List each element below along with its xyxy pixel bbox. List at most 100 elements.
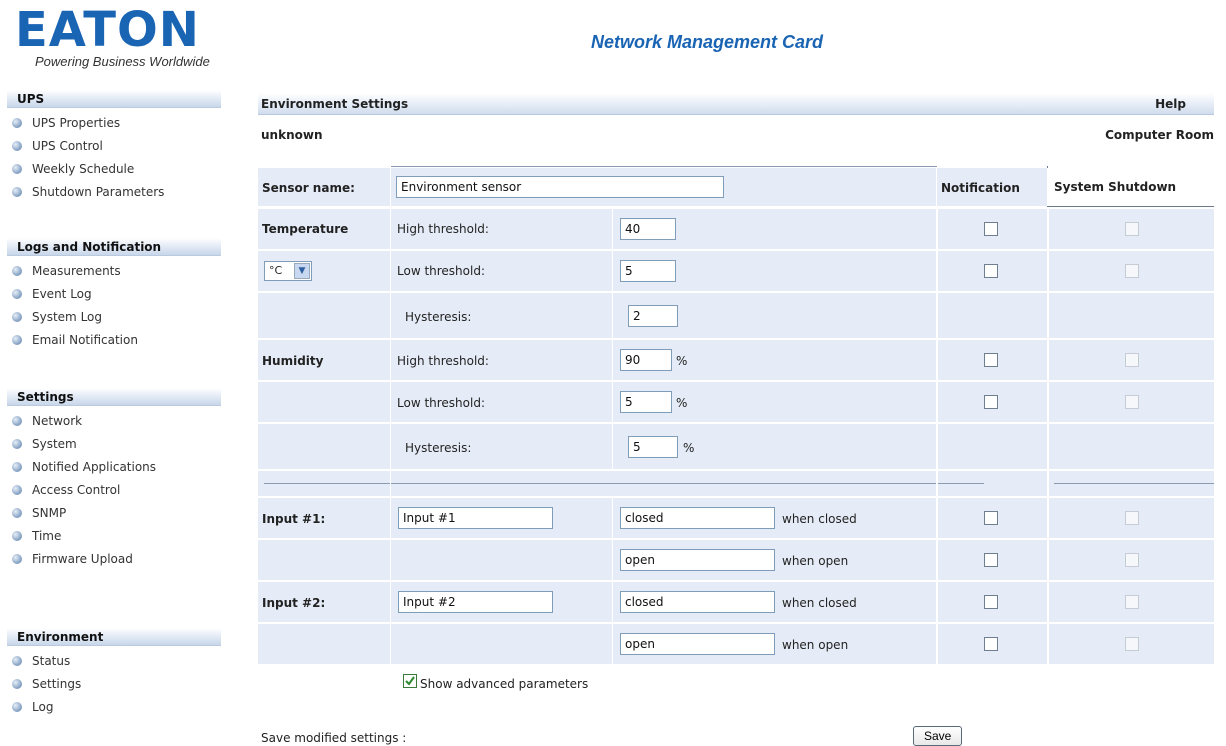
system-shutdown-header: System Shutdown <box>1054 180 1177 194</box>
sidebar-item-notified-applications[interactable]: Notified Applications <box>7 456 221 479</box>
temp-high-input[interactable] <box>620 218 676 240</box>
temp-low-input[interactable] <box>620 260 676 282</box>
input1-open-shutdown-checkbox[interactable] <box>1125 553 1139 567</box>
temp-high-notification-checkbox[interactable] <box>984 222 998 236</box>
input1-name-input[interactable] <box>398 507 553 529</box>
bullet-icon <box>12 335 22 345</box>
input2-open-shutdown-checkbox[interactable] <box>1125 637 1139 651</box>
sidebar-item-ups-properties[interactable]: UPS Properties <box>7 112 221 135</box>
input1-closed-notification-checkbox[interactable] <box>984 511 998 525</box>
checkmark-icon <box>405 676 415 686</box>
input2-closed-notification-checkbox[interactable] <box>984 595 998 609</box>
sidebar-item-measurements[interactable]: Measurements <box>7 260 221 283</box>
hum-low-label: Low threshold: <box>397 396 486 410</box>
sidebar-item-weekly-schedule[interactable]: Weekly Schedule <box>7 158 221 181</box>
sidebar-section-logs: Logs and Notification Measurements Event… <box>7 238 221 352</box>
sidebar-item-snmp[interactable]: SNMP <box>7 502 221 525</box>
col-sep-1 <box>390 209 391 664</box>
input2-closed-shutdown-checkbox[interactable] <box>1125 595 1139 609</box>
temp-hysteresis-input[interactable] <box>628 305 678 327</box>
sidebar-item-time[interactable]: Time <box>7 525 221 548</box>
input2-open-input[interactable] <box>620 633 775 655</box>
bullet-icon <box>12 141 22 151</box>
bullet-icon <box>12 702 22 712</box>
col-sep-2 <box>612 209 613 469</box>
table-top-border <box>391 166 937 167</box>
hum-high-notification-checkbox[interactable] <box>984 353 998 367</box>
shutdown-col-border-bottom <box>1047 206 1214 207</box>
bullet-icon <box>12 462 22 472</box>
sidebar-item-system[interactable]: System <box>7 433 221 456</box>
sidebar-item-status[interactable]: Status <box>7 650 221 673</box>
temp-low-shutdown-checkbox[interactable] <box>1125 264 1139 278</box>
input1-closed-input[interactable] <box>620 507 775 529</box>
sidebar-item-network[interactable]: Network <box>7 410 221 433</box>
sidebar-heading-settings: Settings <box>7 388 221 406</box>
bullet-icon <box>12 312 22 322</box>
sensor-name-input[interactable] <box>396 176 724 198</box>
sidebar-heading-ups: UPS <box>7 90 221 108</box>
sidebar-item-event-log[interactable]: Event Log <box>7 283 221 306</box>
sidebar-section-ups: UPS UPS Properties UPS Control Weekly Sc… <box>7 90 221 204</box>
help-link[interactable]: Help <box>1155 93 1186 115</box>
temp-low-label: Low threshold: <box>397 264 486 278</box>
input1-open-text: when open <box>782 554 849 568</box>
input2-label: Input #2: <box>262 596 326 610</box>
hum-low-notification-checkbox[interactable] <box>984 395 998 409</box>
bullet-icon <box>12 656 22 666</box>
input2-closed-input[interactable] <box>620 591 775 613</box>
sidebar-item-firmware-upload[interactable]: Firmware Upload <box>7 548 221 571</box>
location-right: Computer Room <box>1105 128 1214 142</box>
sidebar-heading-logs: Logs and Notification <box>7 238 221 256</box>
sidebar-item-email-notification[interactable]: Email Notification <box>7 329 221 352</box>
sidebar-section-environment: Environment Status Settings Log <box>7 628 221 719</box>
hum-hysteresis-input[interactable] <box>628 436 678 458</box>
input1-closed-shutdown-checkbox[interactable] <box>1125 511 1139 525</box>
row-hum-hyst <box>258 424 1214 469</box>
page-title: Environment Settings <box>261 97 409 111</box>
input2-open-notification-checkbox[interactable] <box>984 637 998 651</box>
hum-low-unit: % <box>676 396 688 410</box>
hum-high-label: High threshold: <box>397 354 489 368</box>
save-button[interactable]: Save <box>913 726 963 746</box>
input1-open-input[interactable] <box>620 549 775 571</box>
location-left: unknown <box>261 128 323 142</box>
notification-header: Notification <box>941 181 1020 195</box>
show-advanced-checkbox[interactable] <box>403 674 417 688</box>
section-divider <box>264 483 984 484</box>
section-divider-right <box>1054 483 1214 484</box>
sidebar-item-ups-control[interactable]: UPS Control <box>7 135 221 158</box>
bullet-icon <box>12 485 22 495</box>
col-sep-4 <box>1047 209 1049 664</box>
bullet-icon <box>12 187 22 197</box>
hum-low-input[interactable] <box>620 391 672 413</box>
sidebar-item-log[interactable]: Log <box>7 696 221 719</box>
show-advanced-label: Show advanced parameters <box>420 677 589 691</box>
bullet-icon <box>12 266 22 276</box>
temp-low-notification-checkbox[interactable] <box>984 264 998 278</box>
sidebar-item-settings[interactable]: Settings <box>7 673 221 696</box>
col-sep-2b <box>612 498 613 664</box>
sidebar-item-access-control[interactable]: Access Control <box>7 479 221 502</box>
hum-high-shutdown-checkbox[interactable] <box>1125 353 1139 367</box>
input1-open-notification-checkbox[interactable] <box>984 553 998 567</box>
sidebar-item-system-log[interactable]: System Log <box>7 306 221 329</box>
input2-name-input[interactable] <box>398 591 553 613</box>
col-sep-3 <box>936 209 938 664</box>
temperature-unit-select[interactable]: °C ▼ <box>264 261 312 281</box>
hum-low-shutdown-checkbox[interactable] <box>1125 395 1139 409</box>
save-prompt: Save modified settings : <box>261 731 407 745</box>
sensor-name-label: Sensor name: <box>262 181 355 195</box>
bullet-icon <box>12 554 22 564</box>
bullet-icon <box>12 416 22 426</box>
row-temp-hyst <box>258 293 1214 338</box>
temp-high-shutdown-checkbox[interactable] <box>1125 222 1139 236</box>
hum-high-input[interactable] <box>620 349 672 371</box>
sidebar-item-shutdown-parameters[interactable]: Shutdown Parameters <box>7 181 221 204</box>
temperature-label: Temperature <box>262 222 349 236</box>
logo-wordmark: EATON <box>15 2 200 58</box>
col-sep <box>936 168 937 206</box>
bullet-icon <box>12 508 22 518</box>
input2-closed-text: when closed <box>782 596 857 610</box>
hum-hysteresis-unit: % <box>683 441 695 455</box>
